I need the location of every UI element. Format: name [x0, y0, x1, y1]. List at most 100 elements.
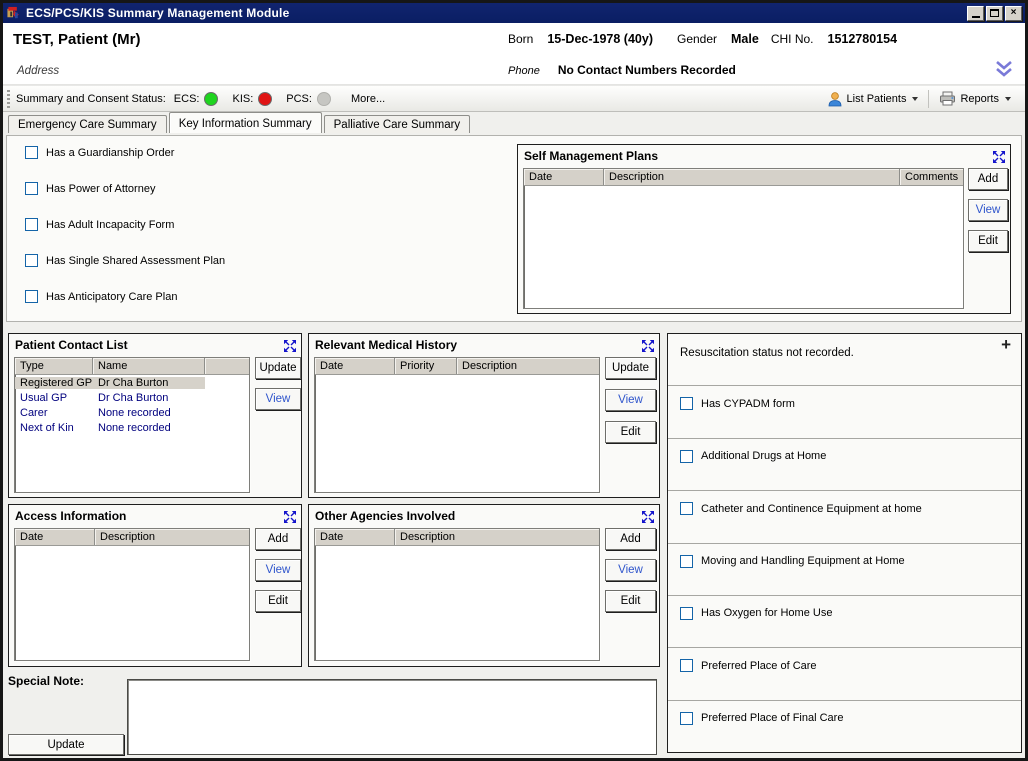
edit-button[interactable]: Edit — [605, 421, 656, 443]
reports-button[interactable]: Reports — [933, 89, 1017, 108]
flag-label: Has a Guardianship Order — [46, 147, 174, 159]
toolbar-grip-handle[interactable] — [7, 90, 10, 108]
checkbox-moving-handling-equipment[interactable] — [680, 555, 693, 568]
born-label: Born — [508, 32, 533, 46]
close-icon[interactable]: × — [1005, 6, 1022, 21]
patient-contact-table[interactable]: Type Name Registered GP Dr Cha Burton Us… — [14, 357, 250, 493]
checkbox-preferred-place-of-care[interactable] — [680, 659, 693, 672]
column-header[interactable]: Priority — [395, 358, 457, 374]
special-note-label: Special Note: — [8, 674, 84, 688]
list-patients-button[interactable]: List Patients — [821, 89, 925, 109]
ecs-status-indicator — [204, 92, 218, 106]
flag-label: Has Anticipatory Care Plan — [46, 291, 177, 303]
chevron-down-icon — [1005, 97, 1011, 101]
add-button[interactable]: Add — [605, 528, 656, 550]
special-note-input[interactable] — [127, 679, 657, 755]
panel-title: Relevant Medical History — [315, 338, 457, 352]
special-note-update-button[interactable]: Update — [8, 734, 124, 755]
column-header[interactable]: Description — [604, 169, 900, 185]
pcs-label: PCS: — [286, 93, 312, 105]
table-row[interactable]: Usual GP Dr Cha Burton — [15, 390, 249, 405]
column-header[interactable]: Date — [315, 529, 395, 545]
view-button[interactable]: View — [255, 388, 301, 410]
flag-label: Has CYPADM form — [701, 398, 795, 410]
tab-content: Has a Guardianship Order Has Power of At… — [3, 133, 1025, 758]
address-label: Address — [17, 65, 59, 77]
column-header[interactable]: Name — [93, 358, 205, 374]
more-button[interactable]: More... — [351, 93, 385, 105]
patient-name: TEST, Patient (Mr) — [13, 31, 141, 48]
summary-tab-strip: Emergency Care Summary Key Information S… — [3, 112, 1025, 133]
edit-button[interactable]: Edit — [968, 230, 1008, 252]
column-header[interactable]: Comments — [900, 169, 963, 185]
title-bar: ECS/PCS/KIS Summary Management Module × — [3, 3, 1025, 23]
column-header[interactable]: Description — [457, 358, 599, 374]
flag-label: Catheter and Continence Equipment at hom… — [701, 503, 922, 515]
medical-history-table[interactable]: Date Priority Description — [314, 357, 600, 493]
panel-title: Patient Contact List — [15, 338, 128, 352]
expand-icon[interactable] — [284, 511, 296, 523]
update-button[interactable]: Update — [255, 357, 301, 379]
flag-label: Preferred Place of Final Care — [701, 712, 843, 724]
other-agencies-table[interactable]: Date Description — [314, 528, 600, 661]
tab-palliative-care-summary[interactable]: Palliative Care Summary — [324, 115, 471, 133]
edit-button[interactable]: Edit — [255, 590, 301, 612]
kis-label: KIS: — [232, 93, 253, 105]
column-header[interactable]: Type — [15, 358, 93, 374]
edit-button[interactable]: Edit — [605, 590, 656, 612]
table-row[interactable]: Registered GP Dr Cha Burton — [15, 375, 249, 390]
view-button[interactable]: View — [605, 389, 656, 411]
add-resuscitation-button[interactable]: + — [1001, 336, 1011, 354]
checkbox-oxygen-home-use[interactable] — [680, 607, 693, 620]
checkbox-power-of-attorney[interactable] — [25, 182, 38, 195]
expand-icon[interactable] — [642, 340, 654, 352]
tab-emergency-care-summary[interactable]: Emergency Care Summary — [8, 115, 167, 133]
column-header[interactable]: Date — [315, 358, 395, 374]
checkbox-adult-incapacity-form[interactable] — [25, 218, 38, 231]
update-button[interactable]: Update — [605, 357, 656, 379]
view-button[interactable]: View — [255, 559, 301, 581]
checkbox-anticipatory-care-plan[interactable] — [25, 290, 38, 303]
checkbox-single-shared-assessment-plan[interactable] — [25, 254, 38, 267]
tab-key-information-summary[interactable]: Key Information Summary — [169, 112, 322, 133]
view-button[interactable]: View — [605, 559, 656, 581]
maximize-icon[interactable] — [986, 6, 1003, 21]
checkbox-preferred-place-of-final-care[interactable] — [680, 712, 693, 725]
chevron-down-icon — [912, 97, 918, 101]
checkbox-additional-drugs-at-home[interactable] — [680, 450, 693, 463]
checkbox-guardianship-order[interactable] — [25, 146, 38, 159]
chi-value: 1512780154 — [828, 32, 898, 46]
add-button[interactable]: Add — [968, 168, 1008, 190]
flag-label: Has Oxygen for Home Use — [701, 607, 832, 619]
flag-label: Preferred Place of Care — [701, 660, 817, 672]
expand-icon[interactable] — [993, 151, 1005, 163]
column-header[interactable]: Description — [395, 529, 599, 545]
view-button[interactable]: View — [968, 199, 1008, 221]
expand-icon[interactable] — [284, 340, 296, 352]
patient-demographics: Born 15-Dec-1978 (40y) Gender Male CHI N… — [508, 32, 921, 46]
access-information-table[interactable]: Date Description — [14, 528, 250, 661]
relevant-medical-history-panel: Relevant Medical History Date Priority D… — [308, 333, 660, 498]
kis-status-indicator — [258, 92, 272, 106]
add-button[interactable]: Add — [255, 528, 301, 550]
column-header[interactable]: Date — [524, 169, 604, 185]
app-window: ECS/PCS/KIS Summary Management Module × … — [0, 0, 1028, 761]
access-information-panel: Access Information Date Description Add … — [8, 504, 302, 667]
minimize-icon[interactable] — [967, 6, 984, 21]
chevron-double-down-icon[interactable] — [995, 61, 1013, 77]
consent-status-label: Summary and Consent Status: — [16, 93, 166, 105]
expand-icon[interactable] — [642, 511, 654, 523]
column-header[interactable]: Date — [15, 529, 95, 545]
panel-title: Self Management Plans — [524, 149, 658, 163]
table-row[interactable]: Next of Kin None recorded — [15, 420, 249, 435]
pcs-status-indicator — [317, 92, 331, 106]
flag-label: Has Power of Attorney — [46, 183, 155, 195]
checkbox-cypadm-form[interactable] — [680, 397, 693, 410]
patient-header: TEST, Patient (Mr) Address Born 15-Dec-1… — [3, 23, 1025, 85]
self-management-plans-table[interactable]: Date Description Comments — [523, 168, 964, 309]
phone-label: Phone — [508, 65, 540, 77]
checkbox-catheter-continence-equipment[interactable] — [680, 502, 693, 515]
self-management-plans-panel: Self Management Plans Date Description C… — [517, 144, 1011, 314]
column-header[interactable]: Description — [95, 529, 249, 545]
table-row[interactable]: Carer None recorded — [15, 405, 249, 420]
